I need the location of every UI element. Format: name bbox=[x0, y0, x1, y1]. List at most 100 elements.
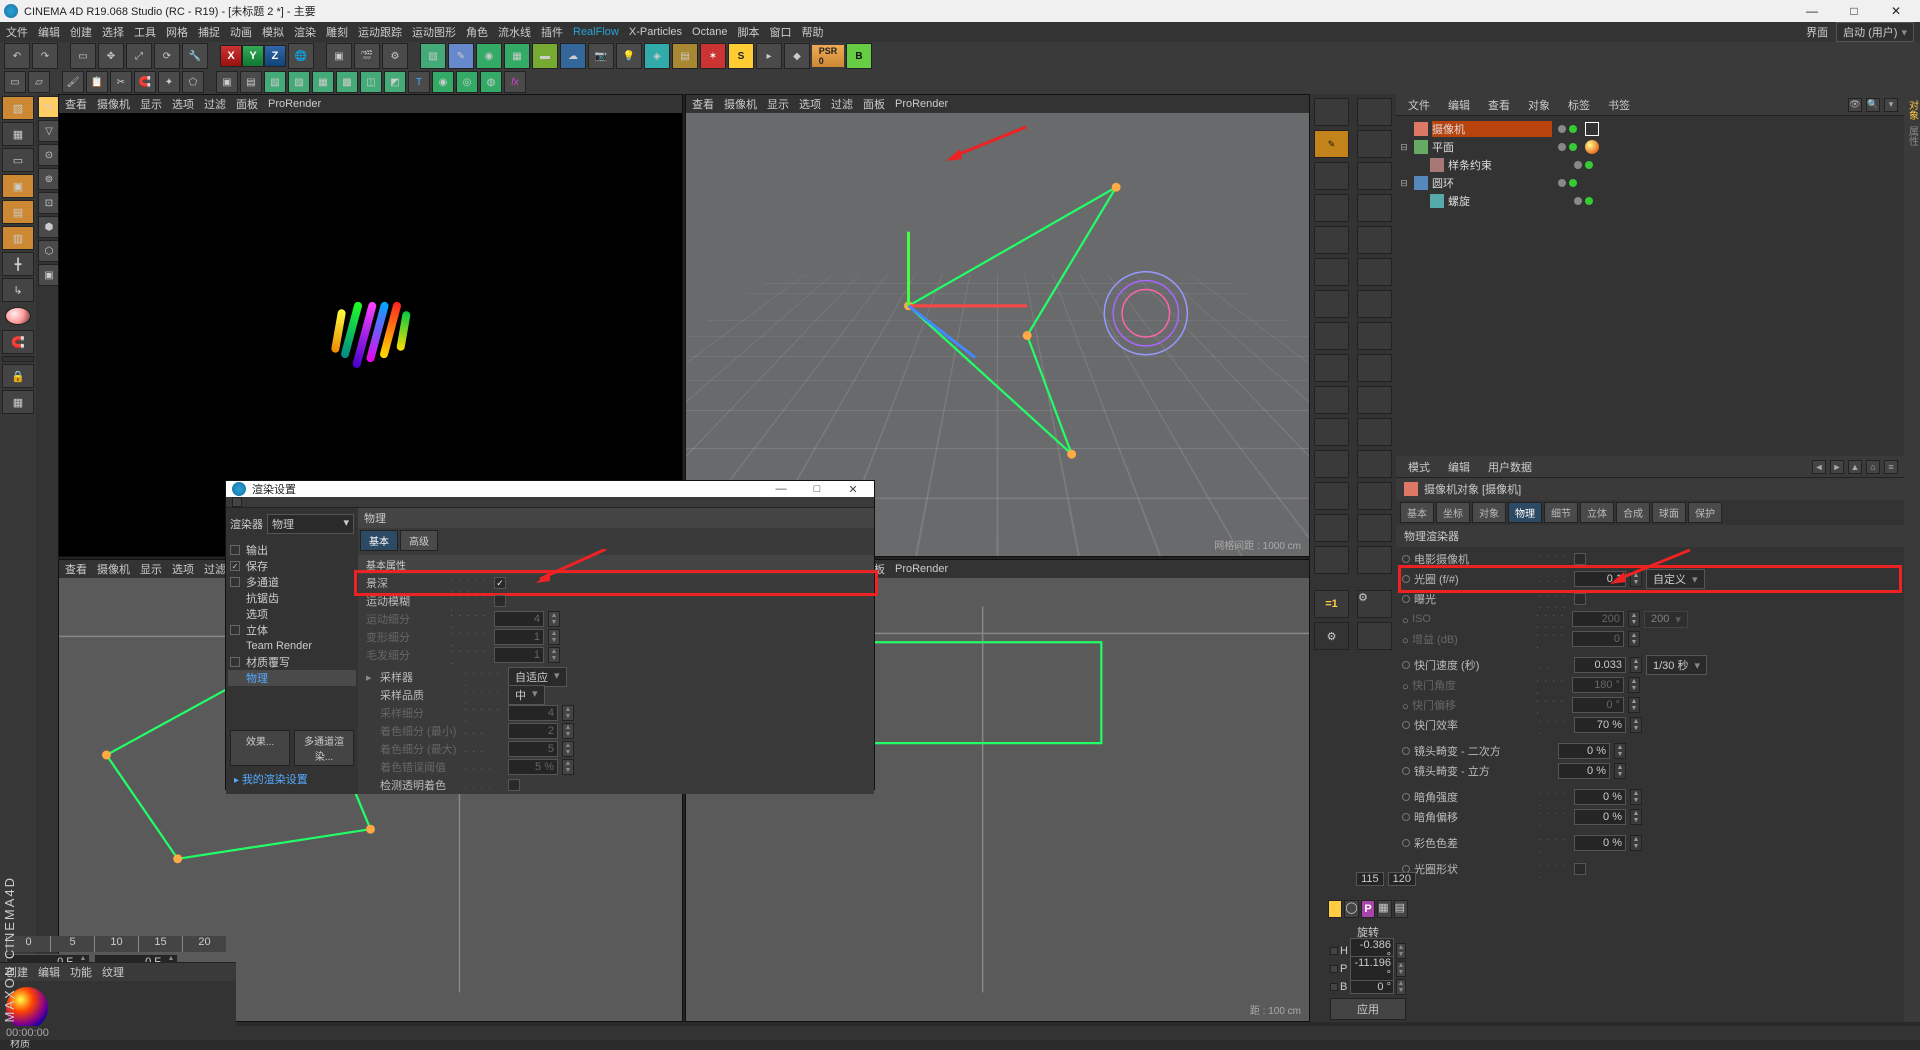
cage-icon-l[interactable]: ▦ bbox=[2, 390, 34, 414]
render-settings-icon[interactable]: ⚙ bbox=[382, 43, 408, 69]
maximize-button[interactable]: □ bbox=[1834, 0, 1874, 22]
coordsys-icon[interactable]: 🌐 bbox=[288, 43, 314, 69]
my-render-settings[interactable]: ▸ 我的渲染设置 bbox=[228, 768, 356, 790]
menu-plugins[interactable]: 插件 bbox=[541, 24, 563, 40]
nav-fwd-icon[interactable]: ► bbox=[1830, 460, 1844, 474]
exposure-checkbox[interactable] bbox=[1574, 593, 1586, 605]
ngen3-icon[interactable]: ◍ bbox=[480, 71, 502, 93]
primitive-cube-icon[interactable]: ▧ bbox=[420, 43, 446, 69]
tab-stereo[interactable]: 立体 bbox=[1580, 502, 1614, 523]
rt-icon7[interactable] bbox=[1314, 322, 1349, 350]
camera-gizmo[interactable] bbox=[686, 113, 1309, 484]
tab-sphere[interactable]: 球面 bbox=[1652, 502, 1686, 523]
objtab-edit[interactable]: 编辑 bbox=[1442, 95, 1476, 115]
manager-tab-1[interactable]: 对象 bbox=[1905, 100, 1920, 120]
render-view-icon[interactable]: ▣ bbox=[326, 43, 352, 69]
close-button[interactable]: ✕ bbox=[1876, 0, 1916, 22]
menu-mograph[interactable]: 运动图形 bbox=[412, 24, 456, 40]
conv-icon[interactable]: ▣ bbox=[38, 264, 60, 286]
menu-animate[interactable]: 动画 bbox=[230, 24, 252, 40]
rt-icon10[interactable] bbox=[1314, 418, 1349, 446]
rdtab-advanced[interactable]: 高级 bbox=[400, 530, 438, 551]
timeline-zoom-input[interactable]: 120 bbox=[1388, 872, 1416, 886]
mograph-icon[interactable]: ◈ bbox=[644, 43, 670, 69]
gcube3-icon[interactable]: ▦ bbox=[312, 71, 334, 93]
menu-pipeline[interactable]: 流水线 bbox=[498, 24, 531, 40]
tab-coord[interactable]: 坐标 bbox=[1436, 502, 1470, 523]
plugin-icon[interactable]: ▤ bbox=[672, 43, 698, 69]
dialog-maximize[interactable]: □ bbox=[802, 483, 832, 496]
scale-icon[interactable]: ⤢ bbox=[126, 43, 152, 69]
texture-mode-icon[interactable]: ▦ bbox=[2, 122, 34, 146]
side-save[interactable]: ✓保存 bbox=[228, 558, 356, 574]
rt-icon13[interactable] bbox=[1314, 514, 1349, 542]
objtab-view[interactable]: 查看 bbox=[1482, 95, 1516, 115]
side-stereo[interactable]: 立体 bbox=[228, 622, 356, 638]
menu-select[interactable]: 选择 bbox=[102, 24, 124, 40]
dialog-close[interactable]: ✕ bbox=[838, 483, 868, 496]
side-multipass[interactable]: 多通道 bbox=[228, 574, 356, 590]
renderer-dropdown[interactable]: 物理▾ bbox=[267, 514, 354, 534]
workplane-icon[interactable]: ▭ bbox=[2, 148, 34, 172]
hierarchy-camera[interactable]: 摄像机 bbox=[1398, 120, 1902, 138]
eye-icon[interactable]: 👁 bbox=[1848, 98, 1862, 112]
vm-camera[interactable]: 摄像机 bbox=[97, 96, 130, 112]
mat-tab-texture[interactable]: 纹理 bbox=[102, 964, 124, 980]
z-axis-icon[interactable]: Z bbox=[264, 45, 286, 67]
psr-button[interactable]: PSR0 bbox=[812, 45, 844, 67]
menu-tools[interactable]: 工具 bbox=[134, 24, 156, 40]
hierarchy-plane[interactable]: ⊟ 平面 bbox=[1398, 138, 1902, 156]
ngen-icon[interactable]: ◉ bbox=[432, 71, 454, 93]
shutter-preset-dropdown[interactable]: 1/30 秒 bbox=[1646, 655, 1707, 675]
axis-mode-icon[interactable]: ╋ bbox=[2, 252, 34, 276]
dof-checkbox[interactable]: ✓ bbox=[494, 577, 506, 589]
nav-back-icon[interactable]: ◄ bbox=[1812, 460, 1826, 474]
object-hierarchy[interactable]: 摄像机 ⊟ 平面 样条约束 ⊟ 圆环 螺旋 bbox=[1396, 116, 1904, 456]
bbutton-icon[interactable]: B bbox=[846, 43, 872, 69]
moviecam-checkbox[interactable] bbox=[1574, 553, 1586, 565]
tab-comp[interactable]: 合成 bbox=[1616, 502, 1650, 523]
xyz-lock[interactable]: X Y Z bbox=[220, 45, 286, 67]
rt-sculpt-icon[interactable]: ✎ bbox=[1314, 130, 1349, 158]
expand-icon[interactable]: ⊟ bbox=[1398, 142, 1410, 153]
chroma-input[interactable]: 0 % bbox=[1574, 835, 1626, 851]
multipass-button[interactable]: 多通道渲染... bbox=[294, 730, 354, 766]
tab-protect[interactable]: 保护 bbox=[1688, 502, 1722, 523]
rt-icon8[interactable] bbox=[1314, 354, 1349, 382]
side-matoverride[interactable]: 材质覆写 bbox=[228, 654, 356, 670]
gcube2-icon[interactable]: ▨ bbox=[288, 71, 310, 93]
brush-icon[interactable]: 🖌 bbox=[62, 71, 84, 93]
wp-icon[interactable]: ✦ bbox=[158, 71, 180, 93]
menu-help[interactable]: 帮助 bbox=[802, 24, 824, 40]
tpen-icon[interactable]: T bbox=[408, 71, 430, 93]
t2-icon[interactable]: ▭ bbox=[4, 71, 26, 93]
rt-icon14[interactable] bbox=[1314, 546, 1349, 574]
side-teamrender[interactable]: Team Render bbox=[228, 638, 356, 654]
polygon-mode-icon[interactable]: ▥ bbox=[2, 226, 34, 250]
timeline-end-input[interactable]: 115 bbox=[1356, 872, 1384, 886]
filter-icon[interactable]: ▽ bbox=[38, 120, 60, 142]
menu-mtracking[interactable]: 运动跟踪 bbox=[358, 24, 402, 40]
mat-tab-function[interactable]: 功能 bbox=[70, 964, 92, 980]
rt-icon11[interactable] bbox=[1314, 450, 1349, 478]
attr-icon[interactable]: 📋 bbox=[86, 71, 108, 93]
magnet-icon[interactable]: 🧲 bbox=[134, 71, 156, 93]
vm-filter[interactable]: 过滤 bbox=[204, 96, 226, 112]
sampler-dropdown[interactable]: 自适应 bbox=[508, 667, 567, 687]
menu-edit[interactable]: 编辑 bbox=[38, 24, 60, 40]
attrtab-edit[interactable]: 编辑 bbox=[1442, 457, 1476, 477]
shuttereff-input[interactable]: 70 % bbox=[1574, 717, 1626, 733]
fx-icon[interactable]: fx bbox=[504, 71, 526, 93]
xp-icon[interactable]: ✶ bbox=[700, 43, 726, 69]
vm-panel[interactable]: 面板 bbox=[236, 96, 258, 112]
lensq-input[interactable]: 0 % bbox=[1558, 743, 1610, 759]
gcube5-icon[interactable]: ◫ bbox=[360, 71, 382, 93]
fill-icon[interactable]: ⬢ bbox=[38, 216, 60, 238]
last-tool-icon[interactable]: 🔧 bbox=[182, 43, 208, 69]
menu-simulate[interactable]: 模拟 bbox=[262, 24, 284, 40]
hierarchy-torus[interactable]: ⊟ 圆环 bbox=[1398, 174, 1902, 192]
menu-window[interactable]: 窗口 bbox=[770, 24, 792, 40]
lock-icon[interactable]: 🔒 bbox=[2, 364, 34, 388]
tab-physical[interactable]: 物理 bbox=[1508, 502, 1542, 523]
expand-icon[interactable]: ⊟ bbox=[1398, 178, 1410, 189]
